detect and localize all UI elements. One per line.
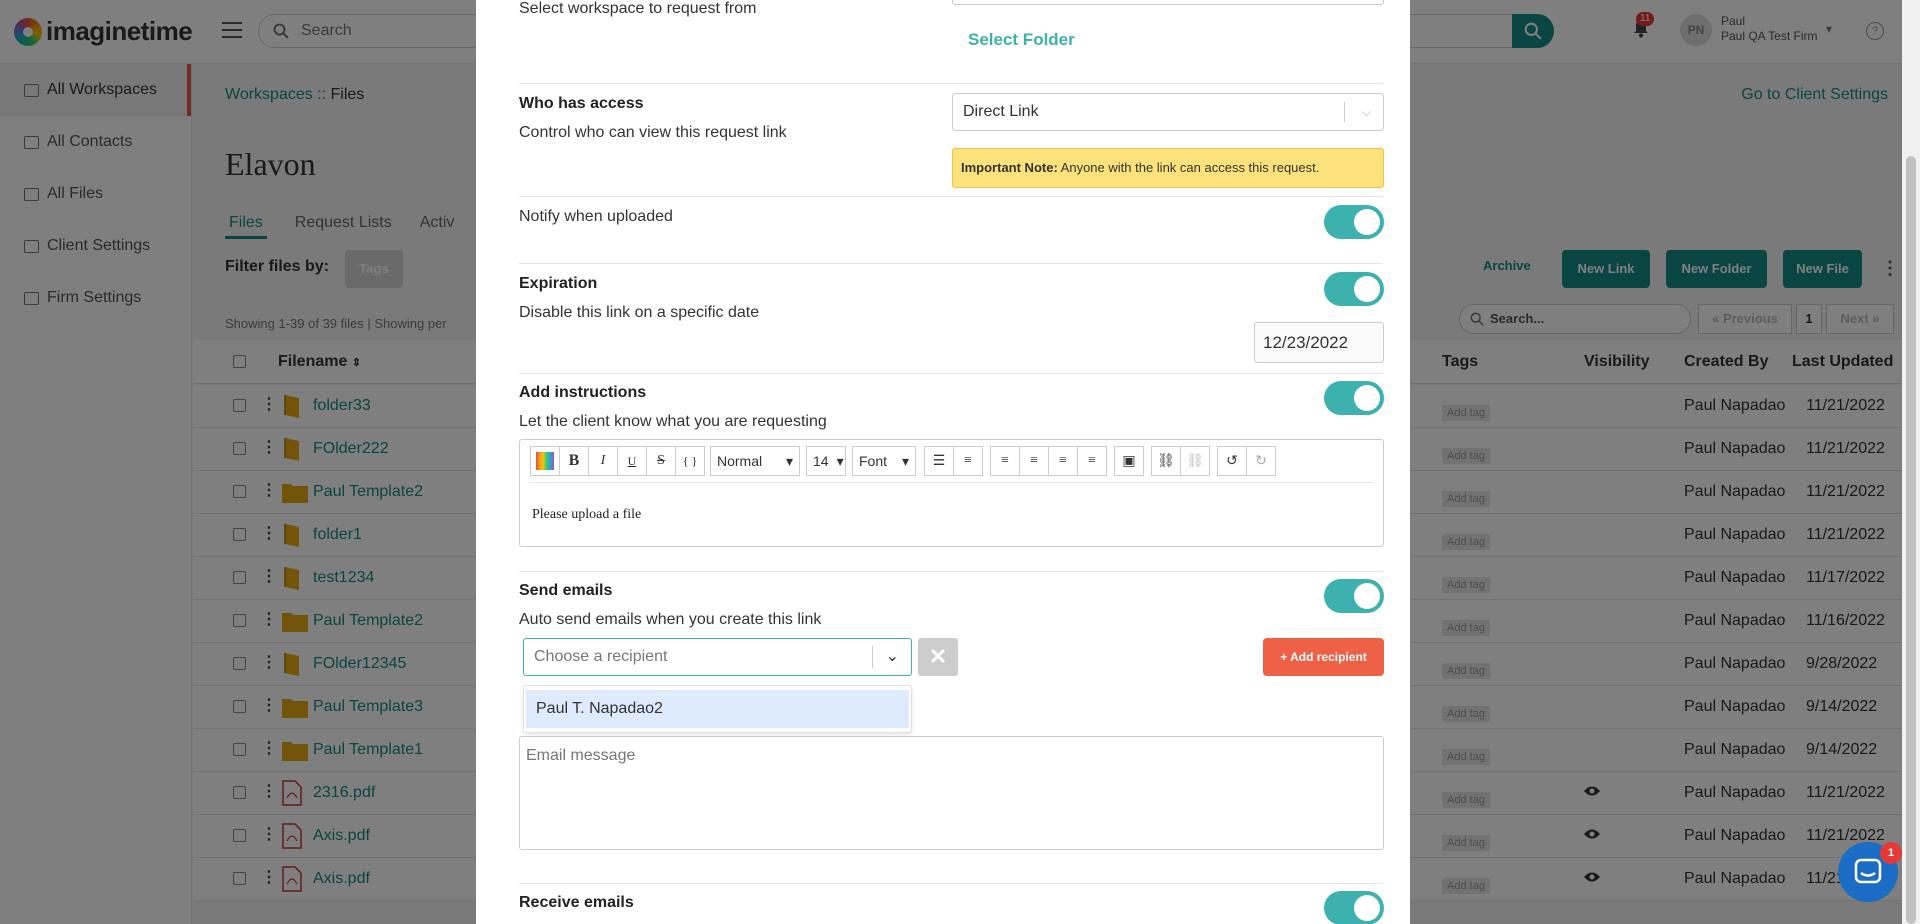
caret-down-icon: ▾ bbox=[785, 452, 793, 469]
undo-icon[interactable]: ↺ bbox=[1217, 446, 1247, 476]
recipient-select[interactable]: Choose a recipient ⌄ bbox=[523, 638, 912, 676]
divider bbox=[519, 196, 1383, 197]
size-select[interactable]: 14 ▾ bbox=[806, 446, 846, 476]
code-button[interactable]: { } bbox=[675, 446, 705, 476]
underline-button[interactable]: U bbox=[617, 446, 647, 476]
select-divider bbox=[872, 646, 873, 668]
expiration-title: Expiration bbox=[519, 275, 598, 292]
font-select[interactable]: Font ▾ bbox=[852, 446, 916, 476]
access-value: Direct Link bbox=[963, 103, 1039, 120]
expiration-date-input[interactable]: 12/23/2022 bbox=[1254, 322, 1384, 363]
bullet-list-icon[interactable]: ☰ bbox=[924, 446, 954, 476]
chevron-down-icon[interactable]: ⌄ bbox=[886, 639, 899, 675]
align-center-icon[interactable]: ≡ bbox=[1019, 446, 1049, 476]
send-emails-desc: Auto send emails when you create this li… bbox=[519, 611, 822, 628]
note-label: Important Note: bbox=[961, 160, 1058, 175]
editor-toolbar: B I U S { } Normal ▾ 14 ▾ Font ▾ ☰ ≡ ≡ ≡ ≡ … bbox=[530, 444, 1276, 478]
page-scrollbar[interactable] bbox=[1902, 0, 1920, 924]
divider bbox=[519, 263, 1383, 264]
workspace-label: Select workspace to request from bbox=[519, 0, 757, 17]
instructions-desc: Let the client know what you are request… bbox=[519, 413, 827, 430]
clear-recipient-button[interactable]: ✕ bbox=[918, 638, 958, 676]
recipient-placeholder: Choose a recipient bbox=[534, 648, 668, 665]
italic-button[interactable]: I bbox=[588, 446, 618, 476]
font-value: Font bbox=[859, 453, 888, 469]
divider bbox=[519, 883, 1383, 884]
access-select[interactable]: Direct Link ⌵ bbox=[952, 93, 1384, 131]
notify-title: Notify when uploaded bbox=[519, 208, 673, 225]
size-value: 14 bbox=[813, 453, 829, 469]
instructions-title: Add instructions bbox=[519, 384, 647, 401]
editor-divider bbox=[530, 482, 1373, 483]
add-recipient-button[interactable]: + Add recipient bbox=[1263, 638, 1384, 676]
style-value: Normal bbox=[717, 453, 763, 469]
divider bbox=[519, 83, 1383, 84]
instructions-toggle[interactable] bbox=[1324, 381, 1384, 415]
select-divider bbox=[1344, 102, 1345, 122]
rich-text-editor[interactable]: B I U S { } Normal ▾ 14 ▾ Font ▾ ☰ ≡ ≡ ≡ ≡ … bbox=[519, 439, 1384, 547]
chevron-down-icon: ⌵ bbox=[1361, 105, 1371, 119]
caret-down-icon: ▾ bbox=[836, 452, 844, 469]
send-emails-title: Send emails bbox=[519, 582, 613, 599]
link-icon[interactable]: ⛓ bbox=[1151, 446, 1181, 476]
expiration-desc: Disable this link on a specific date bbox=[519, 304, 760, 321]
scrollbar-thumb[interactable] bbox=[1906, 156, 1916, 924]
workspace-select[interactable] bbox=[952, 0, 1384, 5]
caret-down-icon: ▾ bbox=[901, 452, 909, 469]
notify-toggle[interactable] bbox=[1324, 205, 1384, 239]
divider bbox=[519, 373, 1383, 374]
numbered-list-icon[interactable]: ≡ bbox=[953, 446, 983, 476]
receive-emails-title: Receive emails bbox=[519, 894, 634, 911]
recipient-option[interactable]: Paul T. Napadao2 bbox=[526, 690, 909, 728]
style-select[interactable]: Normal ▾ bbox=[710, 446, 800, 476]
receive-emails-toggle[interactable] bbox=[1324, 891, 1384, 924]
editor-content[interactable]: Please upload a file bbox=[532, 507, 641, 523]
important-note: Important Note: Anyone with the link can… bbox=[952, 148, 1384, 188]
image-icon[interactable]: ▣ bbox=[1114, 446, 1144, 476]
bold-button[interactable]: B bbox=[559, 446, 589, 476]
align-left-icon[interactable]: ≡ bbox=[990, 446, 1020, 476]
align-justify-icon[interactable]: ≡ bbox=[1077, 446, 1107, 476]
note-text: Anyone with the link can access this req… bbox=[1057, 160, 1320, 175]
expiration-toggle[interactable] bbox=[1324, 272, 1384, 306]
request-link-modal: Select workspace to request from Select … bbox=[476, 0, 1410, 924]
unlink-icon[interactable]: ⛓ bbox=[1180, 446, 1210, 476]
send-emails-toggle[interactable] bbox=[1324, 579, 1384, 613]
align-right-icon[interactable]: ≡ bbox=[1048, 446, 1078, 476]
access-title: Who has access bbox=[519, 95, 644, 112]
strikethrough-button[interactable]: S bbox=[646, 446, 676, 476]
chat-badge: 1 bbox=[1880, 842, 1902, 864]
select-folder-link[interactable]: Select Folder bbox=[968, 30, 1075, 50]
divider bbox=[519, 571, 1383, 572]
recipient-dropdown-menu: Paul T. Napadao2 bbox=[523, 685, 912, 733]
email-message-textarea[interactable] bbox=[519, 736, 1384, 850]
color-picker-button[interactable] bbox=[530, 446, 560, 476]
redo-icon[interactable]: ↻ bbox=[1246, 446, 1276, 476]
color-palette-icon bbox=[536, 452, 554, 470]
access-desc: Control who can view this request link bbox=[519, 124, 787, 141]
